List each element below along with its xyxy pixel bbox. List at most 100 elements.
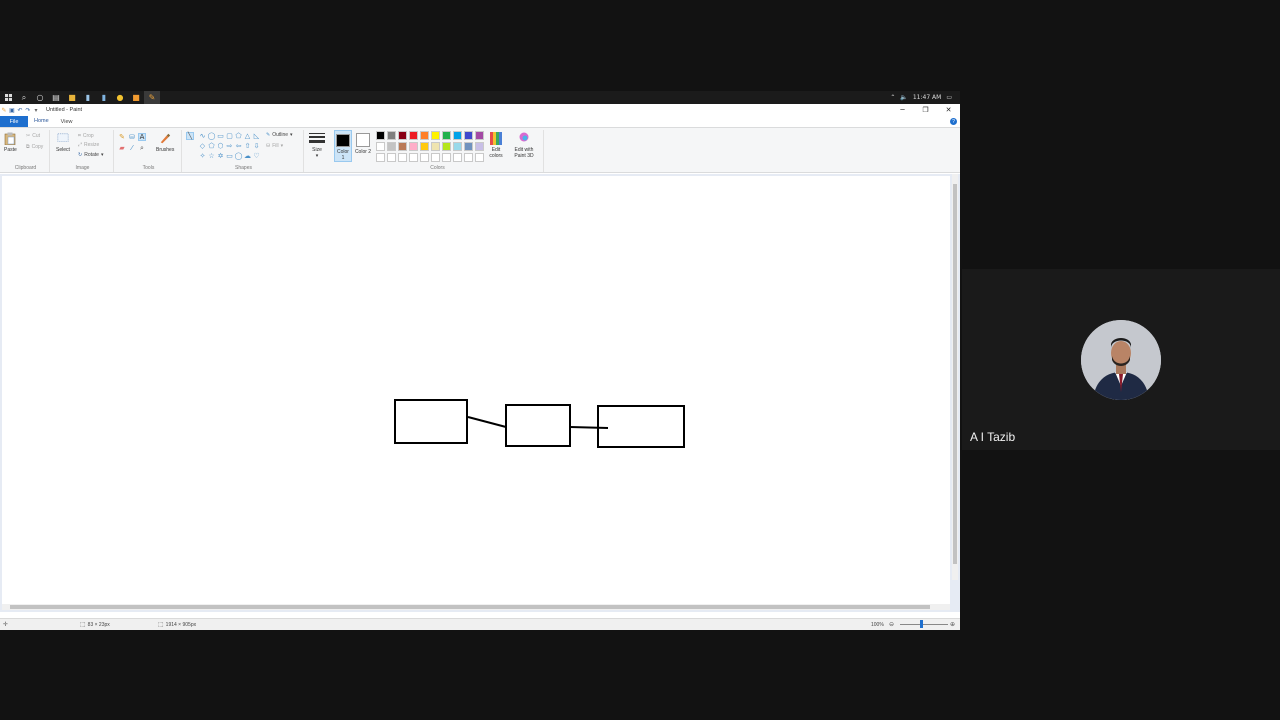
up-arrow-shape-icon[interactable]: ⇧ xyxy=(243,141,252,151)
palette-swatch[interactable] xyxy=(431,153,440,162)
palette-swatch[interactable] xyxy=(409,131,418,140)
palette-swatch[interactable] xyxy=(453,131,462,140)
callout-cloud-shape-icon[interactable]: ☁ xyxy=(243,151,252,161)
callout-oval-shape-icon[interactable]: ◯ xyxy=(234,151,243,161)
triangle-shape-icon[interactable]: △ xyxy=(243,131,252,141)
app-icon[interactable]: ■ xyxy=(128,91,144,104)
palette-swatch[interactable] xyxy=(475,142,484,151)
rectangle-shape-icon[interactable]: ▭ xyxy=(216,131,225,141)
undo-icon[interactable]: ↶ xyxy=(16,106,24,114)
save-icon[interactable]: ▣ xyxy=(8,106,16,114)
volume-icon[interactable]: 🔈 xyxy=(900,94,907,101)
color2-button[interactable]: Color 2 xyxy=(354,130,372,162)
customize-toolbar-icon[interactable]: ▾ xyxy=(32,106,40,114)
palette-swatch[interactable] xyxy=(398,142,407,151)
six-point-star-shape-icon[interactable]: ✡ xyxy=(216,151,225,161)
palette-swatch[interactable] xyxy=(420,142,429,151)
paste-button[interactable]: Paste xyxy=(4,132,17,153)
vertical-scrollbar[interactable] xyxy=(952,174,958,580)
crop-button[interactable]: ⌗ Crop xyxy=(78,133,94,139)
right-triangle-shape-icon[interactable]: ◺ xyxy=(252,131,261,141)
palette-swatch[interactable] xyxy=(376,131,385,140)
edit-with-paint3d-button[interactable]: Edit with Paint 3D xyxy=(510,132,538,159)
palette-swatch[interactable] xyxy=(464,142,473,151)
drawing-canvas[interactable] xyxy=(2,176,950,606)
zoom-slider[interactable] xyxy=(900,624,948,625)
outline-button[interactable]: ✎ Outline ▾ xyxy=(266,132,293,138)
help-icon[interactable]: ? xyxy=(950,118,957,125)
palette-swatch[interactable] xyxy=(420,131,429,140)
resize-button[interactable]: ⤢ Resize xyxy=(78,142,99,148)
palette-swatch[interactable] xyxy=(409,142,418,151)
tab-home[interactable]: Home xyxy=(28,116,55,127)
heart-shape-icon[interactable]: ♡ xyxy=(252,151,261,161)
hexagon-shape-icon[interactable]: ⬡ xyxy=(216,141,225,151)
eraser-icon[interactable]: ▰ xyxy=(118,144,126,152)
tab-view[interactable]: View xyxy=(55,116,79,127)
select-button[interactable]: Select xyxy=(56,132,70,153)
diamond-shape-icon[interactable]: ◇ xyxy=(198,141,207,151)
palette-swatch[interactable] xyxy=(431,142,440,151)
cortana-icon[interactable]: ○ xyxy=(32,91,48,104)
zoom-out-button[interactable]: ⊖ xyxy=(889,621,894,628)
palette-swatch[interactable] xyxy=(420,153,429,162)
palette-swatch[interactable] xyxy=(431,131,440,140)
palette-swatch[interactable] xyxy=(387,131,396,140)
restore-button[interactable]: ❐ xyxy=(914,106,937,114)
magnifier-icon[interactable]: ⌕ xyxy=(138,144,146,152)
curve-shape-icon[interactable]: ∿ xyxy=(198,131,207,141)
palette-swatch[interactable] xyxy=(398,131,407,140)
task-view-icon[interactable]: ▤ xyxy=(48,91,64,104)
edit-colors-button[interactable]: Edit colors xyxy=(487,132,505,159)
windows-start-icon[interactable] xyxy=(0,91,16,104)
minimize-button[interactable]: ─ xyxy=(891,106,914,114)
color1-button[interactable]: Color 1 xyxy=(334,130,352,162)
rounded-rectangle-shape-icon[interactable]: ▢ xyxy=(225,131,234,141)
right-arrow-shape-icon[interactable]: ⇨ xyxy=(225,141,234,151)
close-button[interactable]: ✕ xyxy=(937,106,960,114)
callout-rect-shape-icon[interactable]: ▭ xyxy=(225,151,234,161)
palette-swatch[interactable] xyxy=(442,131,451,140)
down-arrow-shape-icon[interactable]: ⇩ xyxy=(252,141,261,151)
file-explorer-icon[interactable]: ■ xyxy=(64,91,80,104)
palette-swatch[interactable] xyxy=(376,153,385,162)
pencil-icon[interactable]: ✎ xyxy=(118,133,126,141)
palette-swatch[interactable] xyxy=(398,153,407,162)
redo-icon[interactable]: ↷ xyxy=(24,106,32,114)
palette-swatch[interactable] xyxy=(453,153,462,162)
paint-taskbar-icon[interactable]: ✎ xyxy=(144,91,160,104)
taskbar-clock[interactable]: 11:47 AM xyxy=(913,94,941,101)
oval-shape-icon[interactable]: ◯ xyxy=(207,131,216,141)
pentagon-shape-icon[interactable]: ⬠ xyxy=(207,141,216,151)
text-tool-icon[interactable]: A xyxy=(138,133,146,141)
fill-bucket-icon[interactable]: ⛁ xyxy=(128,133,136,141)
palette-swatch[interactable] xyxy=(464,131,473,140)
rotate-button[interactable]: ↻ Rotate ▾ xyxy=(78,152,103,158)
palette-swatch[interactable] xyxy=(442,153,451,162)
palette-swatch[interactable] xyxy=(409,153,418,162)
palette-swatch[interactable] xyxy=(475,153,484,162)
polygon-shape-icon[interactable]: ⬠ xyxy=(234,131,243,141)
five-point-star-shape-icon[interactable]: ☆ xyxy=(207,151,216,161)
size-button[interactable]: Size ▾ xyxy=(309,132,325,159)
brushes-button[interactable]: Brushes xyxy=(156,132,174,153)
horizontal-scrollbar[interactable] xyxy=(2,604,950,610)
copy-button[interactable]: ⧉ Copy xyxy=(26,144,43,150)
palette-swatch[interactable] xyxy=(442,142,451,151)
tab-file[interactable]: File xyxy=(0,116,28,127)
line-shape-icon[interactable]: ╲ xyxy=(186,132,194,140)
left-arrow-shape-icon[interactable]: ⇦ xyxy=(234,141,243,151)
palette-swatch[interactable] xyxy=(387,142,396,151)
palette-swatch[interactable] xyxy=(453,142,462,151)
zoom-in-button[interactable]: ⊕ xyxy=(950,621,955,628)
notepad-icon[interactable]: ▮ xyxy=(80,91,96,104)
palette-swatch[interactable] xyxy=(387,153,396,162)
documents-icon[interactable]: ▮ xyxy=(96,91,112,104)
color-picker-icon[interactable]: ⁄ xyxy=(128,144,136,152)
fill-button[interactable]: ⛁ Fill ▾ xyxy=(266,143,283,149)
palette-swatch[interactable] xyxy=(376,142,385,151)
palette-swatch[interactable] xyxy=(464,153,473,162)
chevron-up-icon[interactable]: ⌃ xyxy=(890,94,895,101)
zoom-slider-thumb[interactable] xyxy=(920,620,923,628)
cut-button[interactable]: ✂ Cut xyxy=(26,133,40,139)
